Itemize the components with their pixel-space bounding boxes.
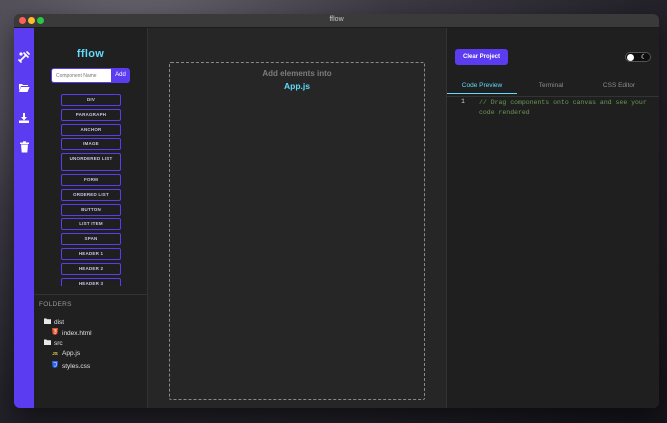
component-panel: fflow Add DIV PARAGRAPH ANCHOR IMAGE UNO… [34,28,148,408]
component-name-input[interactable] [51,68,112,83]
tools-icon[interactable] [17,51,31,65]
element-button-header-3[interactable]: HEADER 3 [61,277,121,286]
code-editor[interactable]: 1 // Drag components onto canvas and see… [447,97,659,408]
element-button-list-item[interactable]: LIST ITEM [61,218,121,231]
download-icon[interactable] [17,112,31,126]
tab-code-preview[interactable]: Code Preview [447,80,517,92]
app-window: fflow fflow Add DIV PARAGRAPH ANCHOR IMA… [14,14,659,408]
line-number: 1 [461,98,465,105]
element-list: DIV PARAGRAPH ANCHOR IMAGE UNORDERED LIS… [61,94,121,286]
icon-sidebar [14,28,34,408]
element-button-button[interactable]: BUTTON [61,203,121,216]
active-tab-indicator [447,93,517,94]
code-comment: // Drag components onto canvas and see y… [479,99,651,116]
tree-file-app-js[interactable]: JS App.js [51,350,80,357]
tree-label: styles.css [62,363,91,370]
javascript-icon: JS [52,351,58,356]
trash-icon[interactable] [17,141,31,155]
html5-icon [51,328,59,337]
drop-canvas[interactable]: Add elements into App.js [169,62,425,400]
tree-label: dist [54,319,65,326]
clear-project-button[interactable]: Clear Project [455,49,508,65]
tree-label: src [54,340,63,347]
element-button-form[interactable]: FORM [61,173,121,186]
element-button-div[interactable]: DIV [61,94,121,106]
canvas-filename: App.js [284,81,310,91]
window-title: fflow [329,16,344,23]
tree-folder-dist[interactable]: dist [43,318,64,326]
canvas-panel: Add elements into App.js [148,28,446,408]
tree-file-styles-css[interactable]: styles.css [51,361,90,370]
folders-heading: FOLDERS [39,301,72,308]
tab-css-editor[interactable]: CSS Editor [584,80,654,92]
element-button-header-1[interactable]: HEADER 1 [61,247,121,260]
code-panel: Clear Project ☾ Code Preview Terminal CS… [446,28,659,408]
element-button-anchor[interactable]: ANCHOR [61,123,121,136]
divider [34,294,147,295]
folder-open-icon[interactable] [17,82,31,96]
tree-file-index-html[interactable]: index.html [51,328,92,337]
css3-icon [51,361,59,370]
add-component-button[interactable]: Add [111,68,130,83]
element-button-image[interactable]: IMAGE [61,138,121,151]
toggle-knob [627,54,634,61]
moon-icon: ☾ [640,54,647,61]
element-button-header-2[interactable]: HEADER 2 [61,262,121,275]
folder-icon [43,318,51,326]
element-button-paragraph[interactable]: PARAGRAPH [61,108,121,121]
tab-terminal[interactable]: Terminal [516,80,586,92]
preview-tabs: Code Preview Terminal CSS Editor [447,80,659,96]
element-button-span[interactable]: SPAN [61,233,121,246]
app-logo: fflow [76,48,105,60]
element-button-unordered-list[interactable]: UNORDERED LIST [61,153,121,172]
title-bar: fflow [14,14,659,28]
tree-label: App.js [62,350,81,357]
folder-icon [43,339,51,347]
element-button-ordered-list[interactable]: ORDERED LIST [61,188,121,201]
tree-label: index.html [62,330,92,337]
canvas-hint: Add elements into [262,69,332,78]
tree-folder-src[interactable]: src [43,339,63,347]
theme-toggle[interactable]: ☾ [625,52,651,62]
